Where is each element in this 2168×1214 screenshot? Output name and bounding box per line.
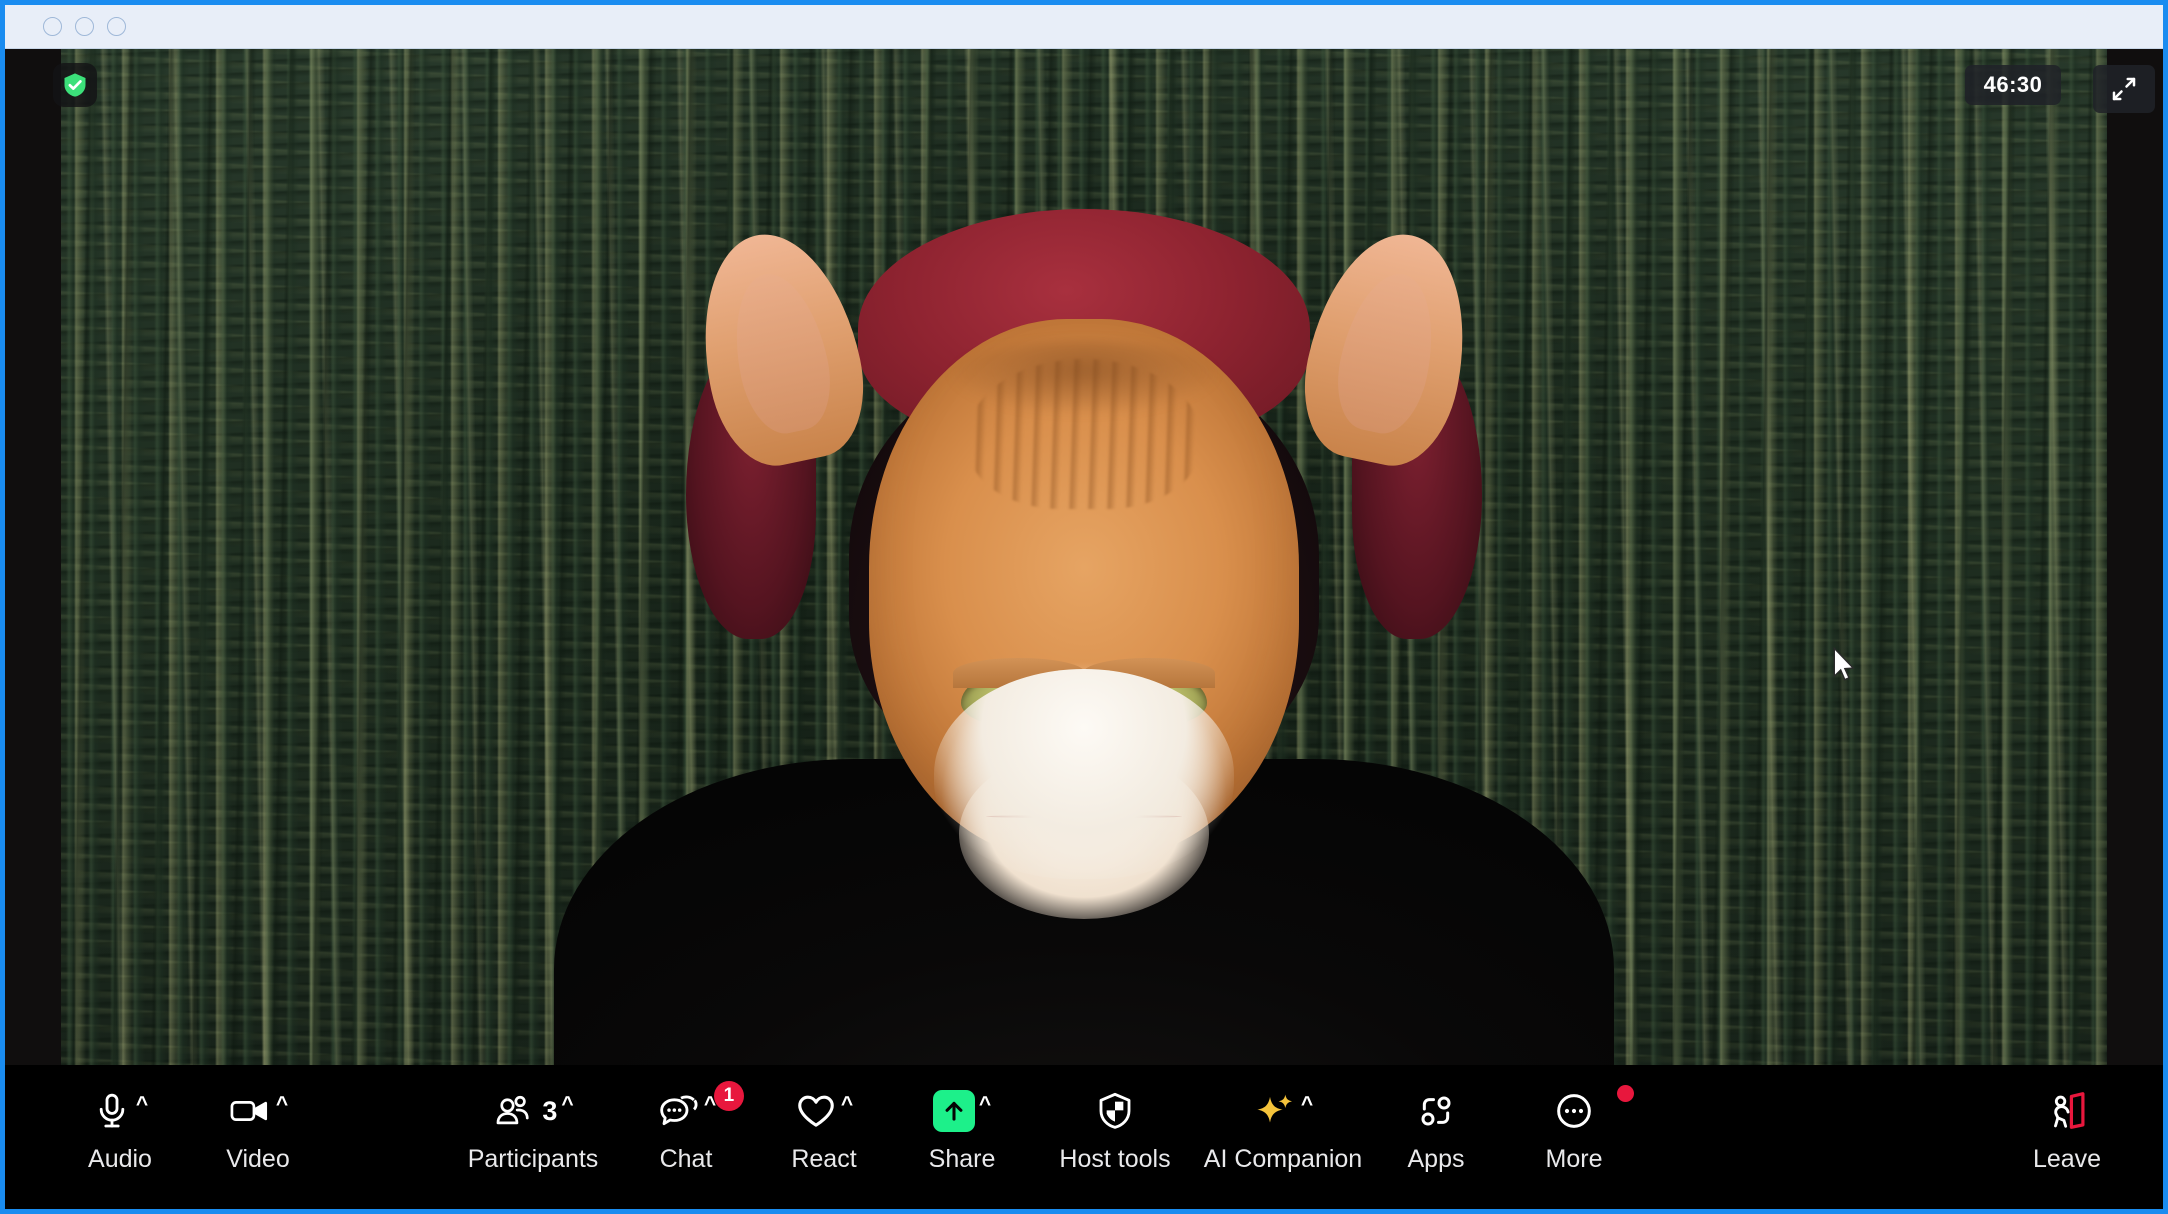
toolbar-button-share[interactable]: ^ Share [893,1065,1031,1174]
toolbar-button-chat[interactable]: 1 ^ Chat [617,1065,755,1174]
toolbar-label-more: More [1545,1145,1603,1173]
toolbar-label-apps: Apps [1407,1145,1465,1173]
video-caret-icon[interactable]: ^ [276,1094,288,1115]
toolbar-label-video: Video [226,1145,290,1173]
toolbar-label-react: React [791,1145,857,1173]
toolbar-label-host-tools: Host tools [1059,1145,1171,1173]
chat-unread-badge: 1 [713,1081,744,1111]
toolbar-label-audio: Audio [88,1145,152,1173]
zoom-meeting-window: 46:30 ^ Audio ^ Video 3 ^ Participants 1… [0,0,2168,1214]
participant-video-avatar [554,169,1614,1209]
toolbar-label-chat: Chat [659,1145,713,1173]
video-camera-icon [228,1091,272,1131]
share-arrow-up-icon [932,1090,975,1132]
toolbar-label-ai-companion: AI Companion [1203,1145,1363,1173]
leave-door-icon [2045,1090,2089,1132]
toolbar-label-leave: Leave [2032,1145,2102,1173]
letterbox-left [5,49,61,1209]
toolbar-button-more[interactable]: More [1505,1065,1643,1174]
share-caret-icon[interactable]: ^ [979,1094,991,1115]
toolbar-button-host-tools[interactable]: Host tools [1031,1065,1199,1174]
close-window-button[interactable] [43,17,62,36]
chat-bubble-icon [656,1091,700,1131]
sparkles-icon [1253,1091,1297,1131]
audio-caret-icon[interactable]: ^ [136,1094,148,1115]
ai-companion-caret-icon[interactable]: ^ [1301,1094,1313,1115]
maximize-window-button[interactable] [107,17,126,36]
apps-nodes-icon [1415,1091,1457,1131]
microphone-icon [92,1091,132,1131]
video-stage: 46:30 [5,49,2163,1209]
toolbar-label-participants: Participants [467,1145,599,1173]
toolbar-button-audio[interactable]: ^ Audio [51,1065,189,1174]
shield-icon [1096,1091,1134,1131]
react-caret-icon[interactable]: ^ [841,1094,853,1115]
toolbar-button-leave[interactable]: Leave [2007,1065,2127,1174]
shield-check-icon [64,73,86,97]
meeting-timer-value: 46:30 [1983,72,2043,97]
more-notification-dot [1617,1085,1634,1102]
participants-caret-icon[interactable]: ^ [561,1094,573,1115]
window-titlebar [5,5,2163,49]
encryption-status-badge[interactable] [53,63,97,107]
meeting-toolbar: ^ Audio ^ Video 3 ^ Participants 1 ^ Cha… [5,1065,2163,1209]
heart-icon [795,1092,837,1130]
people-icon [492,1092,534,1130]
toolbar-button-apps[interactable]: Apps [1367,1065,1505,1174]
toolbar-label-share: Share [928,1145,996,1173]
toolbar-button-react[interactable]: ^ React [755,1065,893,1174]
cat-chin-fur [934,669,1234,879]
participants-count: 3 [542,1095,558,1126]
toolbar-button-ai-companion[interactable]: ^ AI Companion [1199,1065,1367,1174]
ellipsis-circle-icon [1553,1091,1595,1131]
expand-diagonal-icon [2112,77,2136,101]
fullscreen-toggle-button[interactable] [2093,65,2155,113]
toolbar-button-participants[interactable]: 3 ^ Participants [449,1065,617,1174]
toolbar-button-video[interactable]: ^ Video [189,1065,327,1174]
traffic-light-buttons [43,17,126,36]
minimize-window-button[interactable] [75,17,94,36]
meeting-timer: 46:30 [1965,65,2061,105]
letterbox-right [2107,49,2163,1209]
